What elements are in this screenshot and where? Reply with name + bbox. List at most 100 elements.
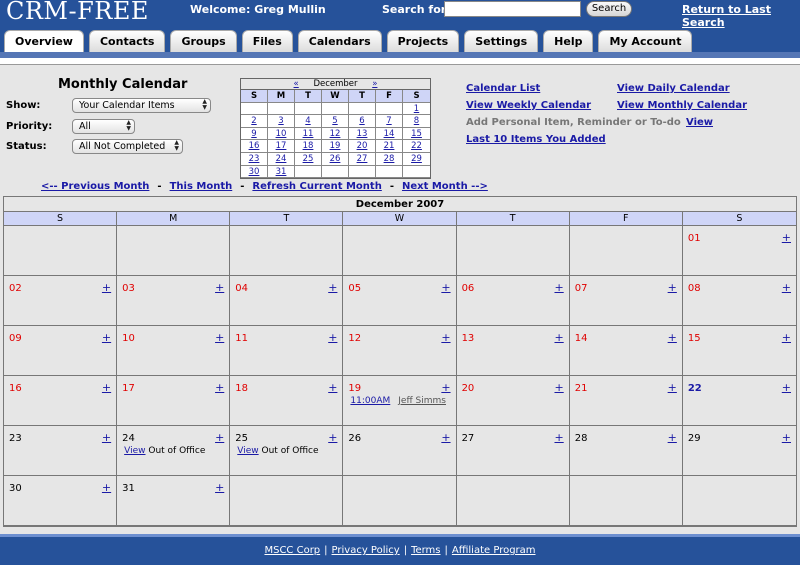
add-item-button[interactable]: + (782, 231, 791, 244)
day-cell[interactable]: 15 + (682, 326, 796, 376)
mini-day-link[interactable]: 22 (403, 140, 430, 153)
day-cell[interactable]: 24 + View Out of Office (117, 426, 231, 476)
mini-day-link[interactable]: 27 (349, 152, 376, 166)
add-item-button[interactable]: + (441, 281, 450, 294)
calendar-list-link[interactable]: Calendar List (466, 83, 540, 94)
tab-files[interactable]: Files (241, 30, 293, 52)
mini-day-link[interactable]: 12 (322, 127, 349, 141)
event-time-link[interactable]: 11:00AM (350, 396, 390, 406)
status-select[interactable]: All Not Completed ▲ ▼ (72, 139, 183, 154)
day-cell[interactable]: 11 + (230, 326, 344, 376)
day-cell[interactable]: 19 + 11:00AM Jeff Simms (343, 376, 457, 426)
day-cell[interactable]: 16 + (4, 376, 118, 426)
search-input[interactable] (444, 1, 581, 17)
show-select[interactable]: Your Calendar Items ▲ ▼ (72, 98, 211, 113)
mini-day-link[interactable]: 26 (322, 152, 349, 166)
day-cell[interactable]: 06 + (456, 276, 570, 326)
view-monthly-calendar-link[interactable]: View Monthly Calendar (617, 100, 747, 111)
mini-day-link[interactable]: 31 (268, 165, 295, 179)
day-cell[interactable]: 10 + (117, 326, 231, 376)
event-view-link[interactable]: View (237, 446, 258, 456)
view-personal-items-link[interactable]: View (686, 117, 713, 128)
tab-calendars[interactable]: Calendars (297, 30, 382, 52)
mini-day-link[interactable]: 7 (376, 115, 403, 128)
day-cell[interactable]: 20 + (456, 376, 570, 426)
day-cell[interactable]: 02 + (4, 276, 118, 326)
day-cell[interactable]: 14 + (569, 326, 683, 376)
add-item-button[interactable]: + (215, 481, 224, 494)
mini-day-link[interactable]: 3 (268, 115, 295, 128)
refresh-current-month-link[interactable]: Refresh Current Month (252, 181, 381, 192)
day-cell[interactable]: 04 + (230, 276, 344, 326)
add-item-button[interactable]: + (441, 331, 450, 344)
add-item-button[interactable]: + (102, 431, 111, 444)
add-item-button[interactable]: + (215, 431, 224, 444)
add-personal-item-link[interactable]: Add Personal Item, Reminder or To-do (466, 117, 681, 128)
footer-link-privacy-policy[interactable]: Privacy Policy (332, 545, 400, 556)
day-cell[interactable]: 07 + (569, 276, 683, 326)
add-item-button[interactable]: + (782, 381, 791, 394)
add-item-button[interactable]: + (102, 281, 111, 294)
add-item-button[interactable]: + (102, 481, 111, 494)
mini-day-link[interactable]: 21 (376, 140, 403, 153)
view-weekly-calendar-link[interactable]: View Weekly Calendar (466, 100, 591, 111)
footer-link-mscc-corp[interactable]: MSCC Corp (264, 545, 320, 556)
add-item-button[interactable]: + (102, 381, 111, 394)
day-cell[interactable]: 26 + (343, 426, 457, 476)
mini-day-link[interactable]: 4 (295, 115, 322, 128)
mini-day-link[interactable]: 23 (241, 152, 268, 166)
mini-day-link[interactable]: 18 (295, 140, 322, 153)
mini-day-link[interactable]: 11 (295, 127, 322, 141)
day-cell[interactable]: 05 + (343, 276, 457, 326)
day-cell[interactable]: 01 + (682, 226, 796, 276)
day-cell[interactable]: 08 + (682, 276, 796, 326)
day-cell[interactable]: 29 + (682, 426, 796, 476)
event-view-link[interactable]: View (124, 446, 145, 456)
tab-groups[interactable]: Groups (170, 30, 237, 52)
day-cell[interactable]: 03 + (117, 276, 231, 326)
mini-day-link[interactable]: 30 (241, 165, 268, 179)
day-cell[interactable]: 28 + (569, 426, 683, 476)
mini-day-link[interactable]: 16 (241, 140, 268, 153)
mini-day-link[interactable]: 19 (322, 140, 349, 153)
add-item-button[interactable]: + (215, 281, 224, 294)
add-item-button[interactable]: + (328, 281, 337, 294)
day-cell-today[interactable]: 22 + (682, 376, 796, 426)
previous-month-link[interactable]: <-- Previous Month (41, 181, 149, 192)
tab-help[interactable]: Help (543, 30, 594, 52)
next-month-link[interactable]: Next Month --> (402, 181, 488, 192)
mini-day-link[interactable]: 6 (349, 115, 376, 128)
day-cell[interactable]: 30 + (4, 476, 118, 526)
priority-select[interactable]: All ▲ ▼ (72, 119, 135, 134)
add-item-button[interactable]: + (782, 281, 791, 294)
add-item-button[interactable]: + (668, 281, 677, 294)
return-to-last-search-link[interactable]: Return to Last Search (682, 3, 800, 29)
mini-day-link[interactable]: 25 (295, 152, 322, 166)
footer-link-terms[interactable]: Terms (411, 545, 440, 556)
add-item-button[interactable]: + (328, 331, 337, 344)
day-cell[interactable]: 13 + (456, 326, 570, 376)
mini-day-link[interactable]: 1 (403, 103, 430, 116)
day-cell[interactable]: 31 + (117, 476, 231, 526)
last-10-items-link[interactable]: Last 10 Items You Added (466, 134, 606, 145)
mini-day-link[interactable]: 20 (349, 140, 376, 153)
tab-settings[interactable]: Settings (464, 30, 539, 52)
add-item-button[interactable]: + (668, 331, 677, 344)
add-item-button[interactable]: + (441, 431, 450, 444)
add-item-button[interactable]: + (554, 281, 563, 294)
view-daily-calendar-link[interactable]: View Daily Calendar (617, 83, 730, 94)
mini-day-link[interactable]: 5 (322, 115, 349, 128)
mini-day-link[interactable]: 28 (376, 152, 403, 166)
add-item-button[interactable]: + (554, 331, 563, 344)
mini-day-link[interactable]: 10 (268, 127, 295, 141)
mini-day-link[interactable]: 2 (241, 115, 268, 128)
day-cell[interactable]: 21 + (569, 376, 683, 426)
mini-day-link[interactable]: 24 (268, 152, 295, 166)
day-cell[interactable]: 17 + (117, 376, 231, 426)
event-contact-link[interactable]: Jeff Simms (398, 396, 446, 406)
day-cell[interactable]: 18 + (230, 376, 344, 426)
tab-contacts[interactable]: Contacts (88, 30, 166, 52)
mini-prev-month-icon[interactable]: « (294, 79, 299, 89)
add-item-button[interactable]: + (782, 431, 791, 444)
calendar-event[interactable]: 11:00AM Jeff Simms (350, 396, 446, 406)
